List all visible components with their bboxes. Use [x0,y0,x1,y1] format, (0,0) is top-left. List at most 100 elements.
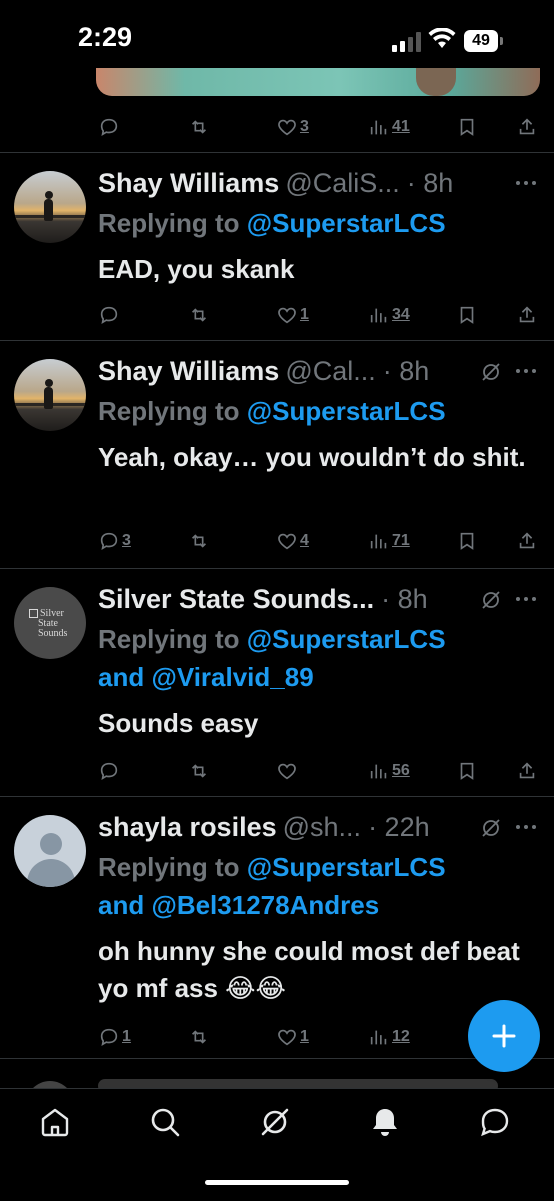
like-button[interactable]: 3 [276,114,309,140]
repost-button[interactable] [188,114,210,140]
messages-icon[interactable] [478,1105,512,1139]
mention-link[interactable]: @SuperstarLCS [247,208,446,238]
grok-icon[interactable] [480,361,502,383]
notifications-icon[interactable] [368,1105,402,1139]
repost-button[interactable] [188,1024,210,1050]
reply-button[interactable]: 3 [98,528,131,554]
heart-icon [278,307,296,324]
bookmark-button[interactable] [456,114,478,140]
more-icon[interactable] [514,823,538,831]
signal-icon [392,32,421,52]
repost-button[interactable] [188,528,210,554]
like-button[interactable]: 1 [276,1024,309,1050]
reply-icon [100,306,118,324]
replying-to: Replying to @SuperstarLCS [98,849,446,885]
views-icon [370,1030,387,1045]
author-name[interactable]: Shay Williams [98,356,279,387]
author-name[interactable]: Shay Williams [98,168,279,199]
views-button[interactable]: 34 [368,302,410,328]
avatar[interactable]: Silver State Sounds [14,587,86,659]
heart-icon [278,119,296,136]
replying-to: Replying to @SuperstarLCS [98,621,446,657]
tweet-time: · 8h [382,355,430,386]
replying-to-continued: and @Bel31278Andres [98,887,379,923]
bookmark-icon [460,306,474,324]
like-button[interactable] [276,758,300,784]
tweet-1-actions: 1 34 [0,302,554,328]
repost-icon [191,764,207,778]
tweet-time: · 22h [368,811,430,842]
reply-button[interactable]: 1 [98,1024,131,1050]
more-icon[interactable] [514,367,538,375]
mention-link[interactable]: @Bel31278Andres [151,890,379,920]
reply-button[interactable] [98,302,122,328]
replying-to: Replying to @SuperstarLCS [98,205,446,241]
search-icon[interactable] [148,1105,182,1139]
compose-button[interactable] [468,1000,540,1072]
mention-link[interactable]: @SuperstarLCS [247,852,446,882]
heart-icon [278,1029,296,1046]
and-label: and [98,890,145,920]
heart-icon [278,533,296,550]
bookmark-button[interactable] [456,758,478,784]
tweet-text: Sounds easy [98,708,259,738]
more-icon[interactable] [514,595,538,603]
previous-tweet-actions: 3 41 [0,114,554,140]
grok-icon[interactable] [480,817,502,839]
tweet-header: Shay Williams @CaliS... · 8h [98,165,453,201]
replying-label: Replying to [98,396,240,426]
reply-button[interactable] [98,114,122,140]
previous-tweet-media[interactable] [96,68,540,96]
more-icon[interactable] [514,179,538,187]
avatar[interactable] [14,815,86,887]
plus-icon [492,1024,516,1048]
next-tweet-peek[interactable] [0,1058,554,1089]
share-icon [519,762,535,779]
bookmark-icon [460,532,474,550]
like-button[interactable]: 1 [276,302,309,328]
mention-link[interactable]: @SuperstarLCS [247,624,446,654]
replying-to: Replying to @SuperstarLCS [98,393,446,429]
tweet-header: shayla rosiles @sh... · 22h [98,809,430,845]
author-handle: @CaliS... [285,167,400,198]
author-name[interactable]: shayla rosiles [98,812,277,843]
home-icon[interactable] [38,1105,72,1139]
replying-label: Replying to [98,852,240,882]
views-button[interactable]: 56 [368,758,410,784]
share-icon [519,532,535,549]
repost-button[interactable] [188,758,210,784]
tweet-time: · 8h [406,167,454,198]
bookmark-button[interactable] [456,302,478,328]
tweet-2-actions: 3 4 71 [0,528,554,554]
avatar[interactable] [14,359,86,431]
bookmark-button[interactable] [456,528,478,554]
mention-link[interactable]: @SuperstarLCS [247,396,446,426]
silver-state-sounds-logo: Silver State Sounds [29,609,73,639]
repost-icon [191,308,207,322]
share-button[interactable] [516,528,538,554]
and-label: and [98,662,145,692]
share-button[interactable] [516,302,538,328]
tweet-text: Yeah, okay… you wouldn’t do shit. [98,442,526,472]
grok-icon[interactable] [258,1105,292,1139]
like-button[interactable]: 4 [276,528,309,554]
mention-link[interactable]: @Viralvid_89 [151,662,313,692]
status-time: 2:29 [78,22,133,52]
replying-label: Replying to [98,624,240,654]
repost-button[interactable] [188,302,210,328]
avatar[interactable] [14,171,86,243]
reply-button[interactable] [98,758,122,784]
views-button[interactable]: 41 [368,114,410,140]
share-button[interactable] [516,114,538,140]
bookmark-icon [460,762,474,780]
replying-label: Replying to [98,208,240,238]
author-name[interactable]: Silver State Sounds... [98,584,374,615]
repost-icon [191,120,207,134]
views-icon [370,764,387,779]
views-button[interactable]: 71 [368,528,410,554]
grok-icon[interactable] [480,589,502,611]
author-handle: @sh... [282,811,362,842]
views-button[interactable]: 12 [368,1024,410,1050]
share-button[interactable] [516,758,538,784]
tweet-header: Shay Williams @Cal... · 8h [98,353,429,389]
